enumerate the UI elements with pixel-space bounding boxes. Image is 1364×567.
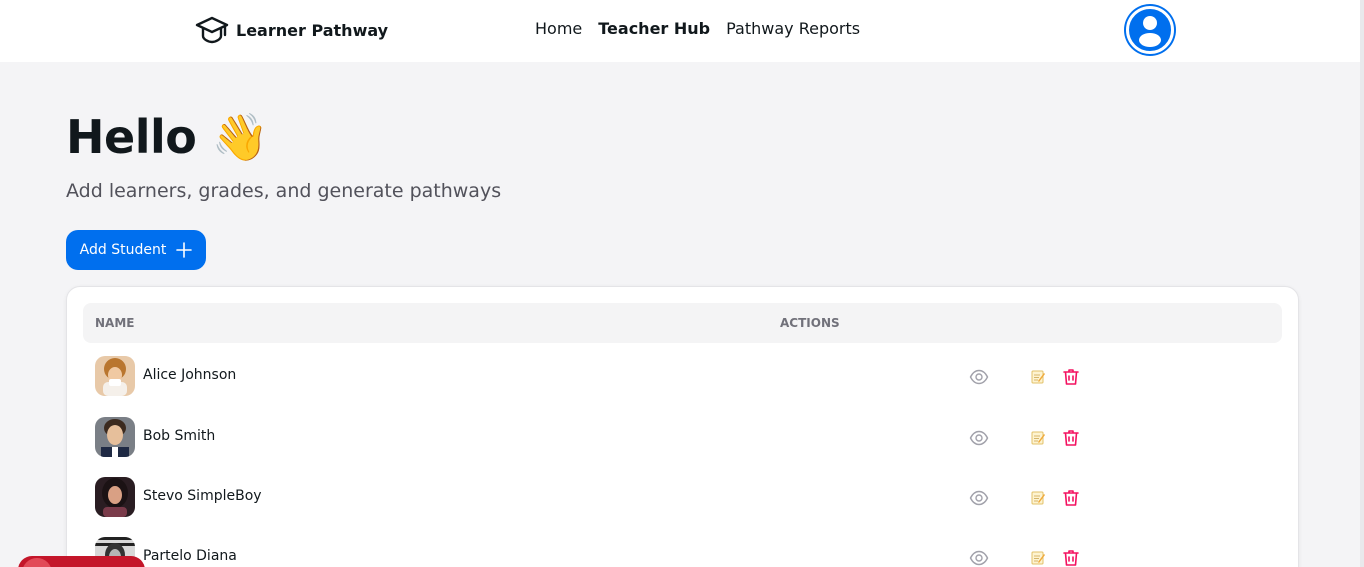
edit-icon[interactable] xyxy=(1030,550,1046,566)
eye-icon[interactable] xyxy=(969,488,989,508)
student-name: Partelo Diana xyxy=(143,548,237,564)
nav-link-pathway-reports[interactable]: Pathway Reports xyxy=(726,19,860,38)
nav-link-teacher-hub[interactable]: Teacher Hub xyxy=(598,19,710,38)
student-name: Bob Smith xyxy=(143,428,216,444)
edit-icon[interactable] xyxy=(1030,490,1046,506)
brand-name: Learner Pathway xyxy=(236,20,389,40)
nav-links: Home Teacher Hub Pathway Reports xyxy=(535,19,860,38)
trash-icon[interactable] xyxy=(1061,367,1081,387)
eye-icon[interactable] xyxy=(969,367,989,387)
table-row[interactable]: Partelo Diana xyxy=(83,535,1282,567)
edit-icon[interactable] xyxy=(1030,430,1046,446)
user-icon xyxy=(1139,16,1161,47)
add-student-label: Add Student xyxy=(79,242,167,258)
add-student-button[interactable]: Add Student xyxy=(66,230,206,270)
trash-icon[interactable] xyxy=(1061,488,1081,508)
student-avatar xyxy=(95,417,135,457)
students-table: NAME ACTIONS Alice Johnson Bob Smith Ste… xyxy=(66,286,1299,567)
scrollbar[interactable] xyxy=(1360,0,1364,567)
trash-icon[interactable] xyxy=(1061,548,1081,567)
nav-link-home[interactable]: Home xyxy=(535,19,582,38)
page-title: Hello 👋 xyxy=(66,110,269,164)
table-header: NAME ACTIONS xyxy=(83,303,1282,343)
edit-icon[interactable] xyxy=(1030,369,1046,385)
user-avatar-button[interactable] xyxy=(1126,6,1174,54)
eye-icon[interactable] xyxy=(969,548,989,567)
top-navbar: Learner Pathway Home Teacher Hub Pathway… xyxy=(0,0,1364,62)
student-avatar xyxy=(95,477,135,517)
student-name: Stevo SimpleBoy xyxy=(143,488,262,504)
student-avatar xyxy=(95,356,135,396)
page-subtitle: Add learners, grades, and generate pathw… xyxy=(66,180,502,202)
column-header-actions: ACTIONS xyxy=(780,316,840,330)
toast-indicator xyxy=(22,558,52,567)
graduation-cap-icon xyxy=(195,16,229,44)
plus-icon xyxy=(176,242,193,258)
student-name: Alice Johnson xyxy=(143,367,237,383)
table-row[interactable]: Alice Johnson xyxy=(83,354,1282,398)
table-row[interactable]: Bob Smith xyxy=(83,415,1282,459)
trash-icon[interactable] xyxy=(1061,428,1081,448)
floating-toast[interactable] xyxy=(18,556,145,567)
column-header-name: NAME xyxy=(95,316,135,330)
table-row[interactable]: Stevo SimpleBoy xyxy=(83,475,1282,519)
eye-icon[interactable] xyxy=(969,428,989,448)
brand[interactable]: Learner Pathway xyxy=(195,14,388,46)
